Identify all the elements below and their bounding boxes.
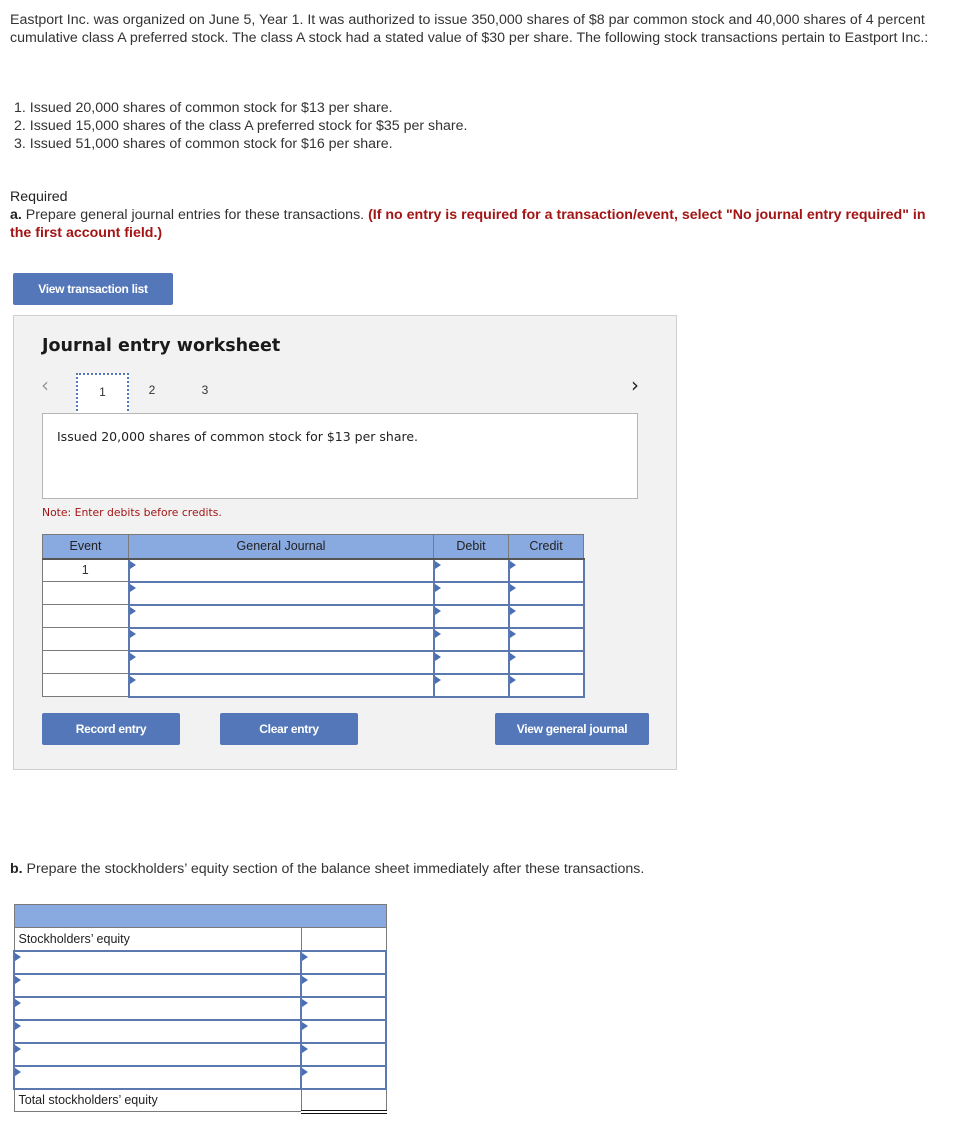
transaction-item: 2. Issued 15,000 shares of the class A p… bbox=[14, 118, 468, 135]
transaction-list: 1. Issued 20,000 shares of common stock … bbox=[14, 99, 467, 154]
part-a-letter: a. bbox=[10, 207, 22, 223]
equity-heading-amount bbox=[300, 927, 387, 951]
record-entry-button[interactable]: Record entry bbox=[42, 713, 180, 745]
table-row bbox=[13, 1018, 387, 1044]
equity-label-input[interactable] bbox=[13, 1018, 302, 1044]
equity-amount-input[interactable] bbox=[300, 972, 387, 998]
table-row bbox=[42, 672, 585, 698]
event-cell: 1 bbox=[42, 558, 129, 582]
credit-input[interactable] bbox=[507, 672, 585, 698]
equity-amount-input[interactable] bbox=[300, 1018, 387, 1044]
table-row bbox=[42, 649, 585, 675]
column-header-general-journal: General Journal bbox=[128, 534, 434, 560]
column-header-event: Event bbox=[42, 534, 129, 560]
equity-label-input[interactable] bbox=[13, 1041, 302, 1067]
general-journal-table: Event General Journal Debit Credit 1 bbox=[42, 534, 585, 698]
debit-input[interactable] bbox=[432, 580, 510, 606]
tab-1[interactable]: 1 bbox=[76, 373, 129, 415]
part-b-text: Prepare the stockholders’ equity section… bbox=[22, 861, 645, 877]
column-header-debit: Debit bbox=[433, 534, 509, 560]
equity-amount-input[interactable] bbox=[300, 1041, 387, 1067]
account-input[interactable] bbox=[127, 672, 435, 698]
equity-heading-label: Stockholders’ equity bbox=[13, 927, 302, 951]
debit-input[interactable] bbox=[432, 672, 510, 698]
event-cell bbox=[42, 627, 129, 651]
credit-input[interactable] bbox=[507, 603, 585, 629]
equity-amount-input[interactable] bbox=[300, 949, 387, 975]
part-b-instructions: b. Prepare the stockholders’ equity sect… bbox=[10, 861, 644, 877]
debit-credit-note: Note: Enter debits before credits. bbox=[42, 506, 222, 519]
equity-label-input[interactable] bbox=[13, 949, 302, 975]
total-equity-label: Total stockholders’ equity bbox=[13, 1088, 302, 1112]
view-transaction-list-button[interactable]: View transaction list bbox=[13, 273, 173, 305]
event-cell bbox=[42, 673, 129, 697]
problem-intro: Eastport Inc. was organized on June 5, Y… bbox=[10, 12, 929, 47]
table-row bbox=[42, 603, 585, 629]
credit-input[interactable] bbox=[507, 626, 585, 652]
debit-input[interactable] bbox=[432, 557, 510, 583]
table-row: Stockholders’ equity bbox=[13, 927, 387, 951]
event-cell bbox=[42, 604, 129, 628]
table-row bbox=[13, 1064, 387, 1090]
part-b-letter: b. bbox=[10, 861, 23, 877]
part-a-text: Prepare general journal entries for thes… bbox=[21, 207, 369, 223]
transaction-item: 1. Issued 20,000 shares of common stock … bbox=[14, 100, 393, 116]
equity-amount-input[interactable] bbox=[300, 1064, 387, 1090]
stockholders-equity-table: Stockholders’ equity Total stockholders’… bbox=[13, 904, 387, 1114]
table-row bbox=[13, 995, 387, 1021]
equity-table-header bbox=[13, 904, 387, 928]
account-input[interactable] bbox=[127, 580, 435, 606]
worksheet-title: Journal entry worksheet bbox=[42, 336, 281, 356]
credit-input[interactable] bbox=[507, 649, 585, 675]
clear-entry-button[interactable]: Clear entry bbox=[220, 713, 358, 745]
table-row bbox=[13, 949, 387, 975]
event-cell bbox=[42, 650, 129, 674]
required-label: Required bbox=[10, 189, 68, 205]
journal-entry-worksheet: Journal entry worksheet ‹ 1 2 3 › Issued… bbox=[13, 315, 677, 770]
debit-input[interactable] bbox=[432, 649, 510, 675]
table-row: 1 bbox=[42, 557, 585, 583]
event-cell bbox=[42, 581, 129, 605]
table-row: Total stockholders’ equity bbox=[13, 1087, 387, 1114]
table-row bbox=[42, 580, 585, 606]
view-general-journal-button[interactable]: View general journal bbox=[495, 713, 649, 745]
credit-input[interactable] bbox=[507, 580, 585, 606]
equity-label-input[interactable] bbox=[13, 995, 302, 1021]
transaction-item: 3. Issued 51,000 shares of common stock … bbox=[14, 136, 393, 153]
table-row bbox=[13, 972, 387, 998]
equity-label-input[interactable] bbox=[13, 972, 302, 998]
column-header-credit: Credit bbox=[508, 534, 584, 560]
chevron-left-icon[interactable]: ‹ bbox=[41, 373, 49, 397]
credit-input[interactable] bbox=[507, 557, 585, 583]
account-input[interactable] bbox=[127, 603, 435, 629]
equity-label-input[interactable] bbox=[13, 1064, 302, 1090]
account-input[interactable] bbox=[127, 649, 435, 675]
table-row bbox=[42, 626, 585, 652]
chevron-right-icon[interactable]: › bbox=[631, 373, 639, 397]
debit-input[interactable] bbox=[432, 603, 510, 629]
account-input[interactable] bbox=[127, 557, 435, 583]
total-equity-amount bbox=[300, 1087, 387, 1114]
debit-input[interactable] bbox=[432, 626, 510, 652]
transaction-description: Issued 20,000 shares of common stock for… bbox=[42, 413, 638, 499]
part-a-instructions: a. Prepare general journal entries for t… bbox=[10, 206, 940, 242]
tab-2[interactable]: 2 bbox=[142, 383, 162, 397]
equity-header-cell bbox=[13, 904, 387, 928]
equity-amount-input[interactable] bbox=[300, 995, 387, 1021]
table-row bbox=[13, 1041, 387, 1067]
tab-3[interactable]: 3 bbox=[195, 383, 215, 397]
account-input[interactable] bbox=[127, 626, 435, 652]
